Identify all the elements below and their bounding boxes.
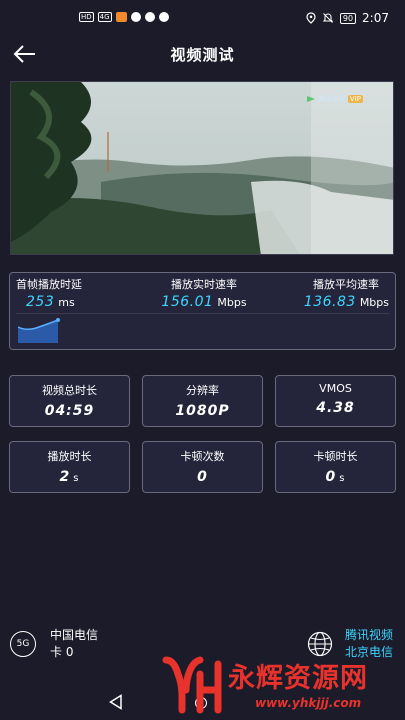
total-duration-card: 视频总时长 04:59 bbox=[9, 375, 130, 427]
average-rate-unit: Mbps bbox=[359, 296, 389, 309]
average-rate-value: 136.83 bbox=[303, 294, 356, 310]
service-name: 腾讯视频 bbox=[344, 628, 393, 642]
status-left-icons: HD 4G bbox=[79, 12, 169, 22]
stall-duration-value-row: 0s bbox=[276, 469, 395, 485]
status-right-icons: 90 2:07 bbox=[306, 11, 389, 25]
realtime-rate-value: 156.01 bbox=[161, 294, 214, 310]
speed-sparkline bbox=[17, 318, 60, 343]
resolution-label: 分辨率 bbox=[186, 384, 219, 397]
stall-count-card: 卡顿次数 0 bbox=[142, 441, 263, 493]
vmos-card: VMOS 4.38 bbox=[275, 375, 396, 427]
header: 视频测试 bbox=[0, 36, 405, 72]
panel-divider bbox=[16, 313, 389, 314]
vmos-label: VMOS bbox=[319, 382, 352, 395]
video-watermark-text: 腾讯视频 bbox=[317, 95, 346, 103]
first-frame-value-row: 253 ms bbox=[26, 294, 82, 310]
resolution-card: 分辨率 1080P bbox=[142, 375, 263, 427]
first-frame-label: 首帧播放时延 bbox=[16, 278, 82, 291]
stall-duration-value: 0 bbox=[325, 469, 337, 485]
carrier-name: 中国电信 bbox=[50, 628, 99, 642]
watermark-title: 永辉资源网 bbox=[228, 663, 368, 694]
stall-count-label: 卡顿次数 bbox=[180, 450, 225, 463]
location-icon bbox=[306, 12, 316, 24]
clock: 2:07 bbox=[362, 11, 389, 25]
realtime-rate-unit: Mbps bbox=[217, 296, 247, 309]
site-watermark: 永辉资源网 www.yhkjjj.com bbox=[160, 650, 405, 716]
message-icon bbox=[130, 12, 141, 22]
battery-icon: 90 bbox=[339, 12, 357, 24]
video-watermark: 腾讯视频 VIP bbox=[306, 94, 363, 104]
video-player[interactable]: 腾讯视频 VIP bbox=[10, 81, 394, 255]
average-rate-value-row: 136.83 Mbps bbox=[304, 294, 389, 310]
page-title: 视频测试 bbox=[170, 46, 235, 64]
watermark-url: www.yhkjjj.com bbox=[255, 696, 362, 710]
total-duration-value: 04:59 bbox=[44, 403, 95, 419]
shield-icon bbox=[158, 12, 169, 22]
tencent-video-logo-icon bbox=[306, 96, 315, 102]
realtime-rate-value-row: 156.01 Mbps bbox=[138, 294, 270, 310]
average-rate-label: 播放平均速率 bbox=[313, 278, 379, 291]
sim-slot: 卡 0 bbox=[50, 645, 74, 659]
chat-icon bbox=[144, 12, 155, 22]
signal-4g-icon: 4G bbox=[97, 12, 112, 22]
first-frame-metric: 首帧播放时延 253 ms bbox=[16, 276, 82, 310]
triangle-back-icon[interactable] bbox=[109, 694, 123, 710]
stall-count-value: 0 bbox=[197, 469, 208, 485]
stall-duration-label: 卡顿时长 bbox=[313, 450, 358, 463]
play-duration-label: 播放时长 bbox=[47, 450, 92, 463]
play-duration-value: 2 bbox=[59, 469, 71, 485]
speed-panel: 首帧播放时延 253 ms 播放实时速率 156.01 Mbps 播放平均速率 13… bbox=[9, 272, 396, 350]
first-frame-unit: ms bbox=[58, 296, 75, 309]
video-watermark-badge: VIP bbox=[347, 95, 363, 103]
carrier-text: 中国电信 卡 0 bbox=[50, 627, 98, 661]
stall-duration-unit: s bbox=[339, 473, 346, 484]
first-frame-value: 253 bbox=[26, 294, 55, 310]
average-rate-metric: 播放平均速率 136.83 Mbps bbox=[304, 276, 389, 310]
hd-icon: HD bbox=[79, 12, 94, 22]
realtime-rate-metric: 播放实时速率 156.01 Mbps bbox=[138, 276, 270, 310]
mute-bell-icon bbox=[322, 13, 334, 23]
vmos-value: 4.38 bbox=[316, 400, 355, 416]
stall-duration-card: 卡顿时长 0s bbox=[275, 441, 396, 493]
realtime-rate-label: 播放实时速率 bbox=[171, 278, 237, 291]
play-duration-card: 播放时长 2s bbox=[9, 441, 130, 493]
resolution-value: 1080P bbox=[175, 403, 230, 419]
play-duration-value-row: 2s bbox=[10, 469, 129, 485]
network-5g-icon: 5G bbox=[10, 631, 36, 657]
video-frame-image bbox=[11, 82, 393, 254]
watermark-logo-icon bbox=[162, 656, 222, 714]
carrier-info: 5G 中国电信 卡 0 bbox=[10, 627, 98, 661]
status-bar: HD 4G 90 2:07 bbox=[0, 0, 405, 36]
app-notification-icon bbox=[115, 12, 127, 22]
total-duration-label: 视频总时长 bbox=[42, 384, 97, 397]
play-duration-unit: s bbox=[73, 473, 80, 484]
